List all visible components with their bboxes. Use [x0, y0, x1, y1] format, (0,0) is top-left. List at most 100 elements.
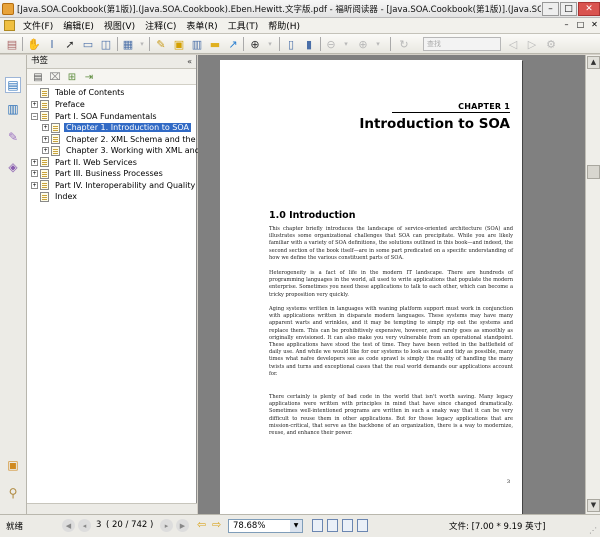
next-page-icon[interactable]: ▸ [160, 519, 173, 532]
zoom-dropdown-icon[interactable]: ▼ [290, 520, 302, 532]
bookmark-node[interactable]: + Chapter 3. Working with XML and Ja [42, 145, 212, 156]
document-menu-icon[interactable] [4, 20, 15, 31]
zoom-out-icon[interactable]: ⊖ [323, 36, 339, 52]
zoom-select[interactable]: 78.68% ▼ [228, 519, 303, 533]
menu-edit[interactable]: 编辑(E) [58, 19, 99, 32]
document-icon [40, 111, 49, 121]
note-icon[interactable]: ▣ [171, 36, 187, 52]
attachments-panel-icon[interactable]: ▣ [5, 457, 21, 473]
doc-close-button[interactable]: ✕ [589, 20, 600, 31]
highlight-icon[interactable]: ✎ [153, 36, 169, 52]
search-prev-icon[interactable]: ◁ [505, 36, 521, 52]
prev-page-icon[interactable]: ◂ [78, 519, 91, 532]
expand-toggle[interactable]: + [42, 135, 49, 143]
fit-page-icon[interactable]: ▯ [283, 36, 299, 52]
scroll-thumb[interactable] [587, 165, 600, 179]
menu-form[interactable]: 表单(R) [181, 19, 222, 32]
last-page-icon[interactable]: ▶ [176, 519, 189, 532]
vertical-scrollbar[interactable]: ▲ ▼ [585, 55, 600, 514]
bookmark-node[interactable]: − Part I. SOA Fundamentals [31, 111, 159, 122]
expand-toggle[interactable]: + [42, 124, 49, 131]
minimize-button[interactable]: – [542, 1, 559, 16]
rotate-icon[interactable]: ↻ [396, 36, 412, 52]
app-logo-icon [2, 2, 14, 15]
facing-view-icon[interactable] [342, 519, 353, 532]
select-text-icon[interactable]: I [44, 36, 60, 52]
current-page-field[interactable]: 3 [96, 520, 101, 530]
expand-toggle[interactable]: + [31, 101, 38, 108]
snapshot-icon[interactable]: ▭ [80, 36, 96, 52]
camera-icon[interactable]: ◫ [98, 36, 114, 52]
bookmark-node-selected[interactable]: + Chapter 1. Introduction to SOA [42, 122, 191, 133]
bookmarks-panel-icon[interactable]: ▤ [5, 77, 21, 93]
bookmark-node[interactable]: + Part IV. Interoperability and Quality … [31, 180, 215, 191]
menu-help[interactable]: 帮助(H) [263, 19, 305, 32]
annotations-panel-icon[interactable]: ✎ [5, 129, 21, 145]
menu-view[interactable]: 视图(V) [99, 19, 140, 32]
doc-restore-button[interactable]: □ [575, 20, 586, 31]
pdf-page: CHAPTER 1 Introduction to SOA 1.0 Introd… [220, 60, 522, 514]
bookmark-node[interactable]: Index [31, 191, 79, 202]
bookmark-node[interactable]: + Part II. Web Services [31, 157, 139, 168]
single-page-view-icon[interactable] [312, 519, 323, 532]
page-number: 3 [506, 479, 510, 485]
bookmark-node[interactable]: + Part III. Business Processes [31, 168, 165, 179]
expand-toggle[interactable]: + [31, 170, 38, 177]
arrow-tool-icon[interactable]: ↗ [225, 36, 241, 52]
pointer-icon[interactable]: ➚ [62, 36, 78, 52]
bookmarks-title: 书签 [31, 56, 49, 66]
close-button[interactable]: ✕ [578, 1, 600, 16]
document-view[interactable]: CHAPTER 1 Introduction to SOA 1.0 Introd… [198, 55, 600, 514]
expand-toggle[interactable]: + [42, 147, 49, 154]
resize-grip-icon[interactable]: ⋰ [589, 526, 598, 535]
back-icon[interactable]: ⇦ [197, 518, 206, 531]
collapse-panel-button[interactable]: « [187, 55, 192, 68]
menu-comment[interactable]: 注释(C) [140, 19, 181, 32]
pages-panel-icon[interactable]: ▥ [5, 101, 21, 117]
bookmark-node[interactable]: + Preface [31, 99, 87, 110]
bookmark-node[interactable]: + Chapter 2. XML Schema and the SO [42, 134, 211, 145]
forward-icon[interactable]: ⇨ [212, 518, 221, 531]
zoom-in-icon[interactable]: ⊕ [355, 36, 371, 52]
main-toolbar: ▤ ✋ I ➚ ▭ ◫ ▦ ▾ ✎ ▣ ▥ ▬ ↗ ⊕ ▾ ▯ ▮ ⊖ ▾ ⊕ … [0, 34, 600, 54]
zoom-menu-chevron-icon[interactable]: ▾ [262, 36, 278, 52]
expand-toggle[interactable]: + [31, 158, 38, 166]
scroll-up-icon[interactable]: ▲ [587, 56, 600, 69]
layers-panel-icon[interactable]: ◈ [5, 159, 21, 175]
chapter-title: Introduction to SOA [359, 116, 510, 132]
document-icon [40, 180, 49, 190]
doc-minimize-button[interactable]: – [561, 20, 572, 31]
bookmark-node[interactable]: Table of Contents [31, 87, 126, 98]
continuous-view-icon[interactable] [327, 519, 338, 532]
menu-tools[interactable]: 工具(T) [223, 19, 264, 32]
bookmark-goto-icon[interactable]: ⇥ [82, 70, 96, 84]
zoom-icon[interactable]: ⊕ [247, 36, 263, 52]
continuous-facing-view-icon[interactable] [357, 519, 368, 532]
paperclip-icon[interactable]: ⚲ [5, 485, 21, 501]
search-options-icon[interactable]: ⚙ [543, 36, 559, 52]
panel-footer [27, 503, 197, 514]
fit-width-icon[interactable]: ▮ [301, 36, 317, 52]
page-indicator: ( 20 / 742 ) [106, 520, 154, 530]
search-next-icon[interactable]: ▷ [524, 36, 540, 52]
stamp-icon[interactable]: ▥ [189, 36, 205, 52]
menu-file[interactable]: 文件(F) [18, 19, 58, 32]
collapse-toggle[interactable]: − [31, 112, 38, 120]
chevron-down-icon[interactable]: ▾ [134, 36, 150, 52]
bookmark-expand-icon[interactable]: ⊞ [65, 70, 79, 84]
bookmark-new-icon[interactable]: ▤ [31, 70, 45, 84]
open-icon[interactable]: ▤ [4, 36, 20, 52]
scroll-down-icon[interactable]: ▼ [587, 499, 600, 512]
expand-toggle[interactable]: + [31, 181, 38, 189]
chapter-label: CHAPTER 1 [458, 102, 510, 111]
zoom-in-chevron-icon[interactable]: ▾ [370, 36, 386, 52]
comment-icon[interactable]: ▬ [207, 36, 223, 52]
first-page-icon[interactable]: ◀ [62, 519, 75, 532]
search-input[interactable]: 查找 [423, 37, 501, 51]
bookmark-delete-icon[interactable]: ⌧ [48, 70, 62, 84]
paragraph: There certainly is plenty of bad code in… [269, 394, 513, 437]
maximize-button[interactable]: □ [560, 1, 577, 16]
zoom-out-chevron-icon[interactable]: ▾ [338, 36, 354, 52]
hand-tool-icon[interactable]: ✋ [26, 36, 42, 52]
paragraph: Heterogeneity is a fact of life in the m… [269, 270, 513, 298]
